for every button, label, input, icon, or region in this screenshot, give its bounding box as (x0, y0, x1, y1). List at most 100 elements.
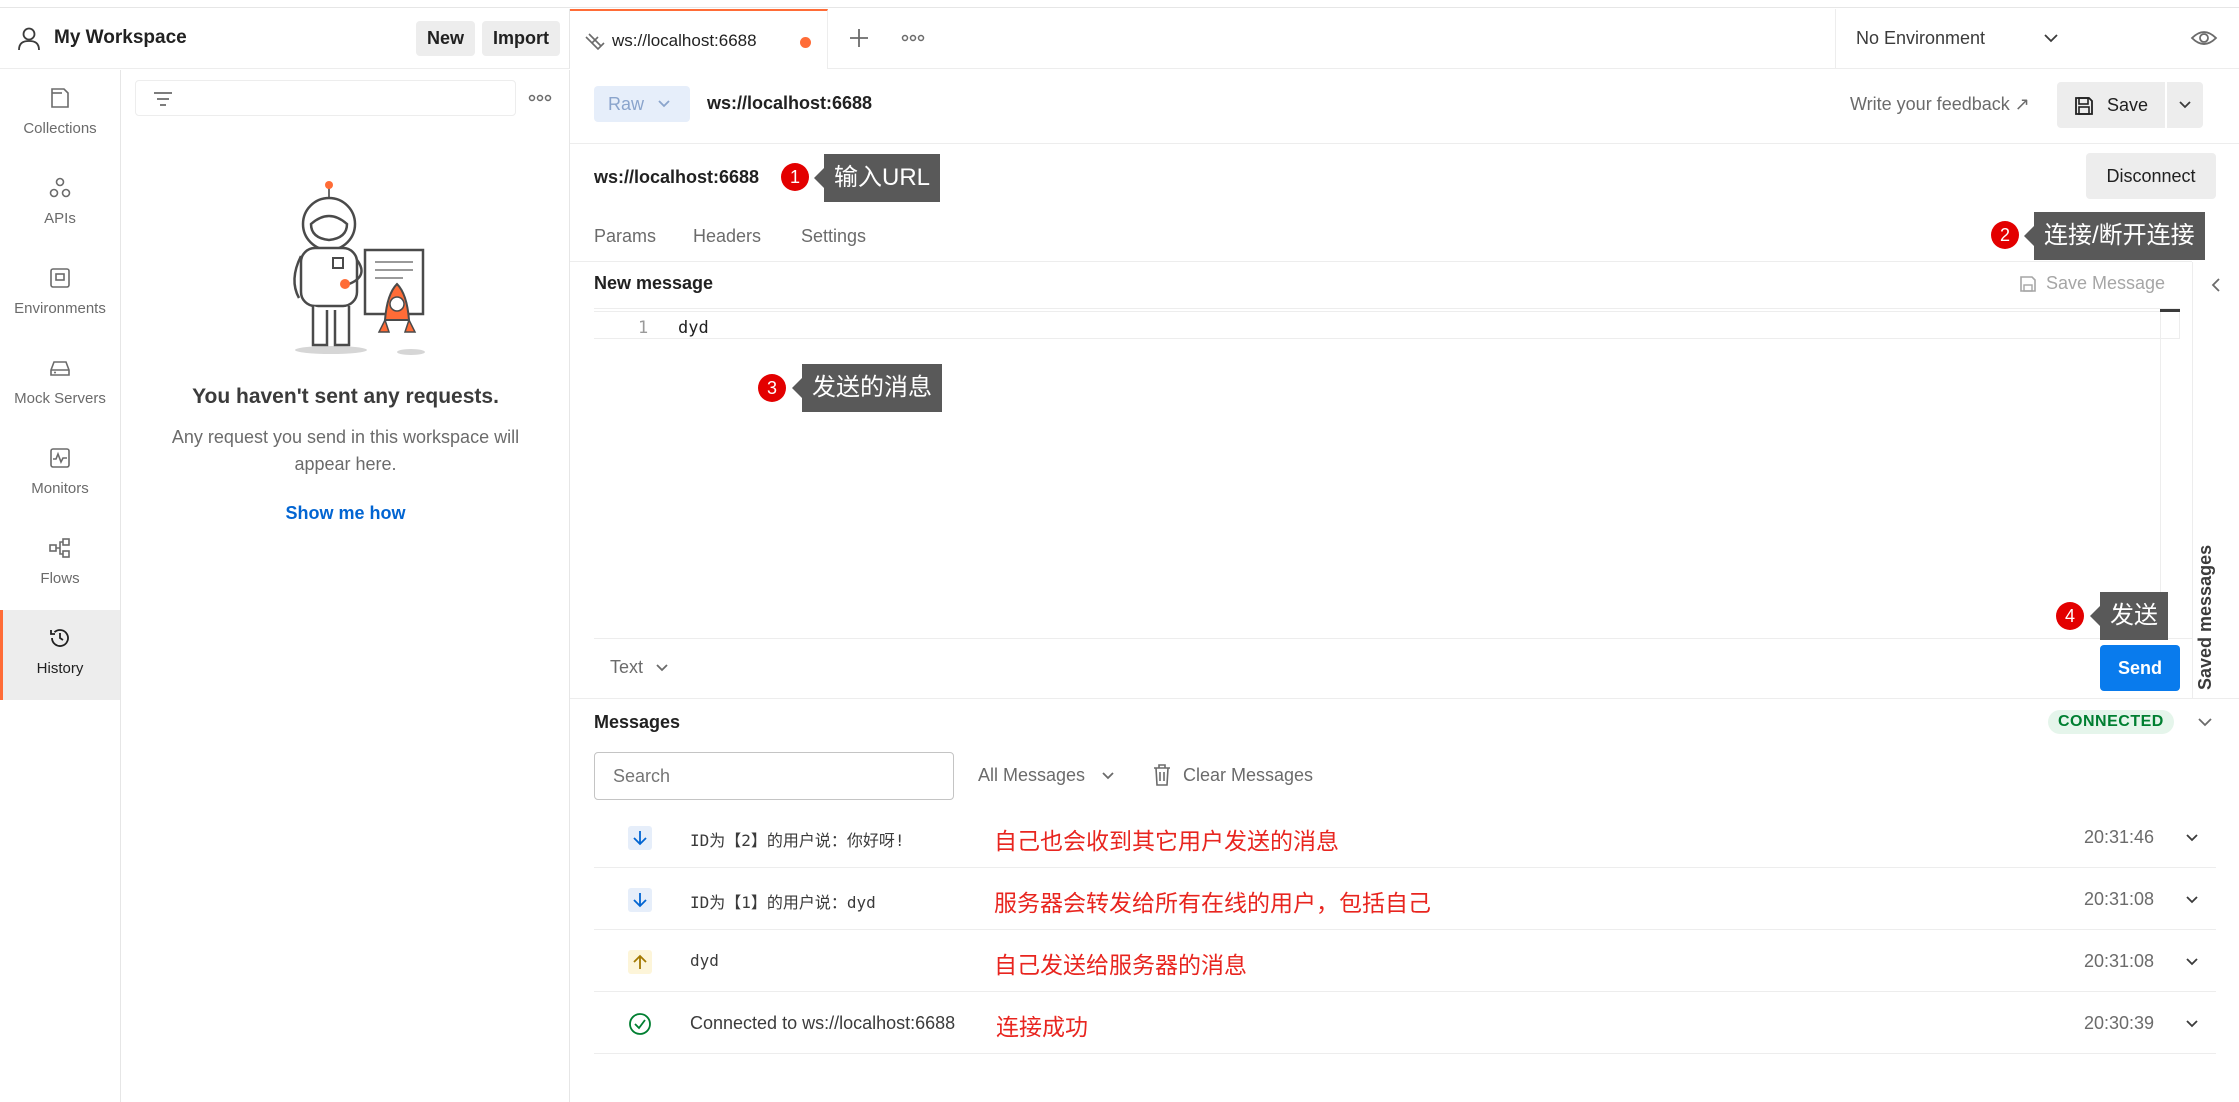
save-icon (2020, 276, 2036, 292)
annotation-note: 服务器会转发给所有在线的用户，包括自己 (994, 890, 1431, 916)
tab-params[interactable]: Params (594, 226, 656, 247)
format-select[interactable]: Text (610, 657, 643, 678)
chevron-down-icon (1102, 772, 1114, 780)
environment-select[interactable]: No Environment (1835, 9, 2165, 69)
message-text: Connected to ws://localhost:6688 (690, 1013, 956, 1033)
show-me-how-link[interactable]: Show me how (121, 503, 570, 524)
more-options-icon[interactable] (527, 88, 553, 108)
new-tab-plus-icon[interactable] (846, 25, 872, 51)
send-button[interactable]: Send (2100, 645, 2180, 691)
empty-history-title: You haven't sent any requests. (192, 385, 499, 408)
message-row[interactable]: dyd 自己发送给服务器的消息 20:31:08 (594, 930, 2216, 992)
sidebar-item-monitors[interactable]: Monitors (0, 430, 120, 520)
line-number: 1 (638, 318, 649, 338)
apis-icon (49, 177, 71, 198)
url-input[interactable]: ws://localhost:6688 (594, 167, 759, 188)
check-circle-icon (629, 1013, 651, 1035)
window-top-strip (0, 0, 2239, 8)
eye-icon[interactable] (2190, 27, 2218, 49)
chevron-down-icon[interactable] (2184, 1018, 2200, 1030)
sidebar-item-label: Collections (23, 120, 97, 137)
message-editor[interactable]: 1 dyd (594, 308, 2180, 639)
sidebar-item-history[interactable]: History (0, 610, 120, 700)
chevron-down-icon[interactable] (2196, 716, 2214, 728)
chevron-down-icon[interactable] (2184, 894, 2200, 906)
message-mode-select[interactable]: Raw (594, 86, 690, 122)
sidebar-item-label: Mock Servers (14, 390, 106, 407)
mock-servers-icon (50, 361, 70, 376)
save-options-button[interactable] (2167, 82, 2203, 128)
sidebar-item-label: Flows (40, 570, 80, 587)
annotation-note: 自己发送给服务器的消息 (994, 952, 1247, 978)
tab-options-icon[interactable] (900, 31, 926, 45)
message-time: 20:30:39 (2084, 1013, 2155, 1033)
message-row[interactable]: ID为【1】的用户说：dyd 服务器会转发给所有在线的用户，包括自己 20:31… (594, 868, 2216, 930)
new-button[interactable]: New (416, 21, 476, 56)
trash-icon[interactable] (1152, 763, 1172, 787)
environment-label: No Environment (1856, 28, 1986, 48)
sidebar-item-flows[interactable]: Flows (0, 520, 120, 610)
tab-title: ws://localhost:6688 (612, 31, 757, 50)
environments-icon (50, 268, 70, 288)
save-button[interactable]: Save (2057, 82, 2165, 128)
flows-icon (49, 538, 70, 558)
annotation-callout: 连接/断开连接 (2024, 212, 2205, 260)
chevron-down-icon[interactable] (2184, 956, 2200, 968)
save-message-button[interactable]: Save Message (2046, 273, 2165, 294)
annotation-note: 连接成功 (996, 1014, 1088, 1040)
empty-history-description: Any request you send in this workspace w… (171, 427, 520, 474)
save-label: Save (2107, 95, 2149, 115)
sidebar-item-collections[interactable]: Collections (0, 70, 120, 160)
message-row[interactable]: Connected to ws://localhost:6688 连接成功 20… (594, 992, 2216, 1054)
disconnect-button[interactable]: Disconnect (2086, 153, 2216, 199)
workspace-header: My Workspace New Import (0, 9, 570, 69)
chevron-down-icon (2044, 34, 2058, 43)
arrow-up-icon (628, 950, 652, 974)
new-message-title: New message (594, 273, 714, 293)
messages-filter-select[interactable]: All Messages (978, 765, 1085, 786)
collections-icon (51, 88, 69, 108)
message-time: 20:31:08 (2084, 889, 2155, 909)
annotation-number: 1 (781, 163, 809, 191)
messages-divider (570, 698, 2239, 699)
message-text[interactable]: dyd (678, 318, 709, 338)
sidebar-item-label: Environments (14, 300, 106, 317)
annotation-number: 4 (2056, 602, 2084, 630)
sidebar-item-apis[interactable]: APIs (0, 160, 120, 250)
arrow-down-icon (628, 888, 652, 912)
request-name[interactable]: ws://localhost:6688 (707, 93, 872, 114)
annotation-callout: 发送 (2090, 592, 2168, 640)
message-text: ID为【2】的用户说：你好呀! (690, 831, 905, 850)
history-panel: You haven't sent any requests. Any reque… (121, 70, 570, 1102)
chevron-down-icon (2179, 101, 2191, 109)
annotation-note: 自己也会收到其它用户发送的消息 (994, 828, 1339, 854)
chevron-down-icon (658, 100, 670, 108)
sidebar-item-mock-servers[interactable]: Mock Servers (0, 340, 120, 430)
editor-line[interactable]: 1 dyd (594, 311, 2180, 339)
tab-settings[interactable]: Settings (801, 226, 866, 247)
feedback-link[interactable]: Write your feedback ↗ (1850, 94, 2030, 115)
request-header: Raw ws://localhost:6688 Write your feedb… (570, 70, 2239, 144)
messages-search-input[interactable] (594, 752, 954, 800)
clear-messages-button[interactable]: Clear Messages (1183, 765, 1313, 786)
saved-messages-label[interactable]: Saved messages (2195, 545, 2216, 690)
tab-headers[interactable]: Headers (693, 226, 761, 247)
sidebar-item-environments[interactable]: Environments (0, 250, 120, 340)
message-time: 20:31:08 (2084, 951, 2155, 971)
annotation-callout: 输入URL (813, 154, 941, 202)
editor-scroll-thumb[interactable] (2160, 309, 2180, 312)
import-button[interactable]: Import (482, 21, 560, 56)
status-badge: CONNECTED (2048, 710, 2174, 734)
message-row[interactable]: ID为【2】的用户说：你好呀! 自己也会收到其它用户发送的消息 20:31:46 (594, 806, 2216, 868)
history-filter[interactable] (135, 80, 516, 116)
messages-title: Messages (594, 712, 681, 732)
chevron-down-icon (656, 664, 668, 672)
request-subtabs: Params Headers Settings (570, 218, 2192, 262)
annotation-number: 3 (758, 374, 786, 402)
tab-websocket-request[interactable]: ws://localhost:6688 (570, 9, 828, 69)
composer-footer: Text Send (594, 638, 2192, 698)
arrow-down-icon (628, 826, 652, 850)
chevron-down-icon[interactable] (2184, 832, 2200, 844)
workspace-name[interactable]: My Workspace (54, 25, 187, 51)
editor-scrollbar[interactable] (2160, 309, 2161, 639)
